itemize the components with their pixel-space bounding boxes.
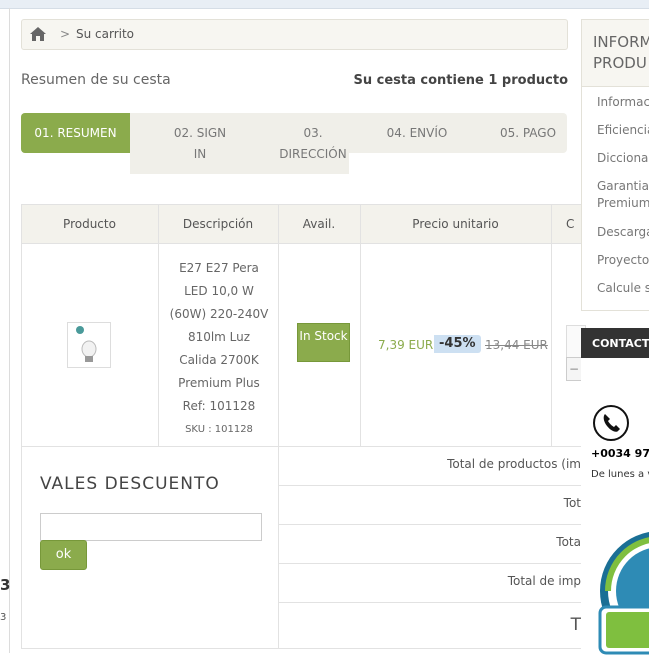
- step-summary[interactable]: 01. RESUMEN: [21, 113, 130, 153]
- header-unit-price: Precio unitario: [412, 217, 499, 231]
- table-border-left: [21, 205, 22, 649]
- header-product: Producto: [63, 217, 116, 231]
- voucher-code-input[interactable]: [40, 513, 262, 541]
- top-menu-bar: [0, 0, 649, 9]
- unit-price: 7,39 EUR: [378, 338, 434, 352]
- old-price: 13,44 EUR: [485, 338, 548, 352]
- table-header: Producto Descripción Avail. Precio unita…: [21, 205, 581, 244]
- table-border-bottom: [21, 648, 581, 649]
- step-shipping[interactable]: 04. ENVÍO: [381, 113, 453, 153]
- voucher-ok-button[interactable]: ok: [40, 540, 87, 570]
- phone-icon: [593, 405, 629, 441]
- total-tax-label: Total de imp: [507, 574, 581, 588]
- table-col-divider: [551, 205, 552, 446]
- checkout-steps: 01. RESUMEN 02. SIGN IN 03. DIRECCIÓN 04…: [21, 113, 567, 161]
- sidebar-link-garantia-cont: Premium: [597, 196, 649, 210]
- step-address[interactable]: 03. DIRECCIÓN: [267, 113, 359, 161]
- contact-phone: +0034 977: [591, 447, 649, 460]
- total-products-label: Total de productos (im: [447, 457, 581, 471]
- product-info-sidebar: INFORM PRODU Informac Eficiencia Diccion…: [581, 19, 649, 311]
- sidebar-link-eficiencia[interactable]: Eficiencia: [597, 122, 649, 139]
- breadcrumb-separator: >: [60, 27, 71, 41]
- totals-divider: [278, 563, 581, 564]
- sidebar-link-diccionario[interactable]: Diccionar: [597, 150, 649, 167]
- led-bulb-icon: [76, 326, 97, 362]
- home-icon[interactable]: [30, 27, 46, 41]
- sidebar-link-descargas[interactable]: Descarga: [597, 224, 649, 241]
- contact-panel: CONTACT +0034 977 De lunes a v: [581, 328, 649, 655]
- total-label: Tot: [563, 496, 581, 510]
- step-sign-in[interactable]: 02. SIGN IN: [159, 113, 241, 161]
- availability-badge: In Stock: [297, 323, 350, 362]
- product-sku: SKU : 101128: [185, 424, 253, 435]
- totals-divider: [278, 524, 581, 525]
- cart-table: Producto Descripción Avail. Precio unita…: [21, 204, 586, 649]
- total-label: Tota: [556, 535, 581, 549]
- totals-divider: [278, 485, 581, 486]
- header-availability: Avail.: [302, 217, 336, 231]
- sidebar-link-calcule[interactable]: Calcule s: [597, 280, 649, 297]
- page-title: Resumen de su cesta: [21, 72, 171, 88]
- quantity-decrease-button[interactable]: −: [566, 357, 582, 381]
- table-col-divider: [360, 205, 361, 446]
- sidebar-title: INFORM PRODU: [593, 33, 649, 72]
- grand-total-label: T: [570, 615, 581, 635]
- header-description: Descripción: [182, 217, 254, 231]
- product-description: E27 E27 Pera LED 10,0 W (60W) 220-240V 8…: [159, 257, 279, 441]
- step-payment[interactable]: 05. PAGO: [493, 113, 563, 153]
- breadcrumb-current: Su carrito: [76, 27, 135, 41]
- contact-hours: De lunes a v: [591, 469, 649, 480]
- header-quantity: C: [566, 217, 575, 231]
- sidebar-link-garantia[interactable]: Garantia: [597, 178, 649, 195]
- table-row-divider: [21, 446, 581, 447]
- left-partial-number-small: 3: [0, 612, 7, 623]
- totals-divider: [278, 602, 581, 603]
- cart-count: Su cesta contiene 1 producto: [353, 73, 568, 88]
- vouchers-title: VALES DESCUENTO: [40, 474, 220, 494]
- sidebar-header: INFORM PRODU: [582, 20, 649, 87]
- contact-header[interactable]: CONTACT: [581, 328, 649, 358]
- product-image[interactable]: [67, 322, 111, 368]
- left-partial-number: 3: [0, 576, 11, 594]
- discount-badge: -45%: [434, 335, 481, 353]
- left-panel-edge: [0, 8, 10, 653]
- breadcrumb: > Su carrito: [21, 19, 568, 50]
- sidebar-link-proyectos[interactable]: Proyecto: [597, 252, 649, 269]
- warranty-seal-icon: [598, 532, 649, 655]
- sidebar-link-informacion[interactable]: Informac: [597, 94, 649, 111]
